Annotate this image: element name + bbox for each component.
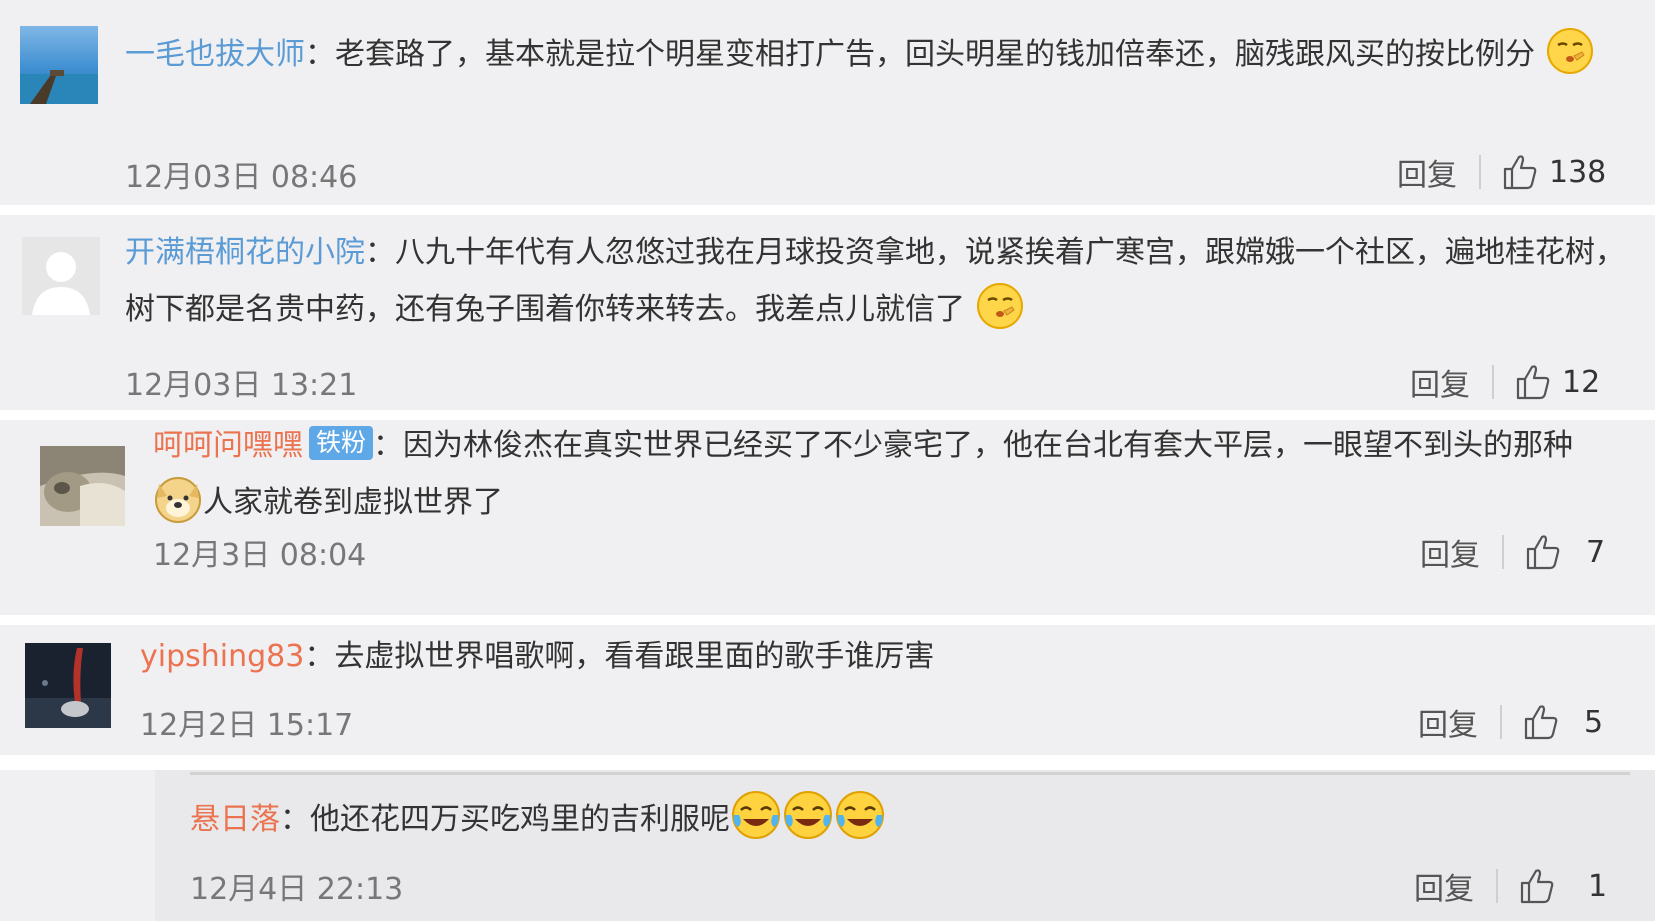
timestamp: 12月03日 08:46 xyxy=(125,160,358,195)
comment-1: 一毛也拔大师：老套路了，基本就是拉个明星变相打广告，回头明星的钱加倍奉还，脑残跟… xyxy=(0,0,1655,205)
comment-actions: 回复 7 xyxy=(1420,530,1605,574)
comment-body: 一毛也拔大师：老套路了，基本就是拉个明星变相打广告，回头明星的钱加倍奉还，脑残跟… xyxy=(125,26,1635,95)
like-count: 1 xyxy=(1588,868,1608,904)
comment-divider xyxy=(0,755,1655,770)
action-divider xyxy=(1496,869,1498,903)
separator: ： xyxy=(280,802,310,837)
thumbs-up-icon xyxy=(1520,869,1554,904)
like-count: 5 xyxy=(1584,704,1604,740)
laugh-cry-emoji-icon xyxy=(782,789,834,860)
thumbs-up-icon xyxy=(1516,365,1550,400)
comment-body: 开满梧桐花的小院：八九十年代有人忽悠过我在月球投资拿地，说紧挨着广寒宫，跟嫦娥一… xyxy=(125,225,1630,349)
fans-badge[interactable]: 铁粉 xyxy=(309,426,374,460)
avatar[interactable] xyxy=(40,446,125,526)
comment-text: 他还花四万买吃鸡里的吉利服呢 xyxy=(310,802,730,837)
sub-reply-body: 悬日落：他还花四万买吃鸡里的吉利服呢 xyxy=(190,789,1590,860)
comment-body: yipshing83：去虚拟世界唱歌啊，看看跟里面的歌手谁厉害 xyxy=(140,629,1590,685)
like-button[interactable]: 12 xyxy=(1516,364,1600,400)
thumbs-up-icon xyxy=(1524,705,1558,740)
timestamp: 12月2日 15:17 xyxy=(140,708,354,743)
username-link[interactable]: 呵呵问嘿嘿 xyxy=(153,428,303,463)
username-link[interactable]: 一毛也拔大师 xyxy=(125,37,305,72)
like-button[interactable]: 138 xyxy=(1503,154,1606,190)
sub-reply-actions: 回复 1 xyxy=(1414,864,1607,908)
action-divider xyxy=(1502,535,1504,569)
reply-button[interactable]: 回复 xyxy=(1397,150,1457,194)
laugh-cry-emoji-icon xyxy=(730,789,782,860)
like-button[interactable]: 5 xyxy=(1524,704,1603,740)
comment-text: 老套路了，基本就是拉个明星变相打广告，回头明星的钱加倍奉还，脑残跟风买的按比例分 xyxy=(335,37,1535,72)
sub-reply-top-rule xyxy=(190,772,1630,775)
comment-text: 去虚拟世界唱歌啊，看看跟里面的歌手谁厉害 xyxy=(334,639,935,674)
comment-text: 因为林俊杰在真实世界已经买了不少豪宅了，他在台北有套大平层，一眼望不到头的那种 xyxy=(403,428,1574,463)
timestamp: 12月3日 08:04 xyxy=(153,538,367,573)
username-link[interactable]: yipshing83 xyxy=(140,639,304,674)
comment-actions: 回复 138 xyxy=(1397,150,1606,194)
thumbs-up-icon xyxy=(1503,155,1537,190)
action-divider xyxy=(1479,155,1481,189)
avatar[interactable] xyxy=(22,237,100,315)
username-link[interactable]: 开满梧桐花的小院 xyxy=(125,235,365,270)
shush-emoji-icon xyxy=(1545,26,1595,95)
reply-button[interactable]: 回复 xyxy=(1414,864,1474,908)
comment-text-continued: 人家就卷到虚拟世界了 xyxy=(203,484,503,520)
action-divider xyxy=(1492,365,1494,399)
timestamp: 12月4日 22:13 xyxy=(190,872,404,907)
reply-button[interactable]: 回复 xyxy=(1410,360,1470,404)
action-divider xyxy=(1500,705,1502,739)
comment-actions: 回复 12 xyxy=(1410,360,1600,404)
like-count: 7 xyxy=(1586,534,1606,570)
avatar[interactable] xyxy=(20,26,98,104)
like-count: 12 xyxy=(1562,364,1601,400)
thumbs-up-icon xyxy=(1526,535,1560,570)
separator: ： xyxy=(365,235,395,270)
like-button[interactable]: 7 xyxy=(1526,534,1605,570)
username-link[interactable]: 悬日落 xyxy=(190,802,280,837)
separator: ： xyxy=(304,639,335,674)
comment-2: 开满梧桐花的小院：八九十年代有人忽悠过我在月球投资拿地，说紧挨着广寒宫，跟嫦娥一… xyxy=(0,215,1655,410)
comment-divider xyxy=(0,205,1655,215)
like-button[interactable]: 1 xyxy=(1520,868,1607,904)
avatar[interactable] xyxy=(25,643,111,728)
laugh-cry-emoji-icon xyxy=(834,789,886,860)
comment-3: 呵呵问嘿嘿 铁粉 ：因为林俊杰在真实世界已经买了不少豪宅了，他在台北有套大平层，一眼… xyxy=(0,420,1655,615)
shush-emoji-icon xyxy=(975,281,1025,350)
comment-body: 呵呵问嘿嘿 铁粉 ：因为林俊杰在真实世界已经买了不少豪宅了，他在台北有套大平层，一眼… xyxy=(153,418,1593,542)
comment-4: yipshing83：去虚拟世界唱歌啊，看看跟里面的歌手谁厉害 12月2日 15… xyxy=(0,625,1655,755)
comment-divider xyxy=(0,615,1655,625)
like-count: 138 xyxy=(1549,154,1607,190)
comment-actions: 回复 5 xyxy=(1418,700,1603,744)
reply-button[interactable]: 回复 xyxy=(1420,530,1480,574)
separator: ： xyxy=(373,428,404,463)
reply-button[interactable]: 回复 xyxy=(1418,700,1478,744)
timestamp: 12月03日 13:21 xyxy=(125,368,358,403)
separator: ： xyxy=(305,37,335,72)
